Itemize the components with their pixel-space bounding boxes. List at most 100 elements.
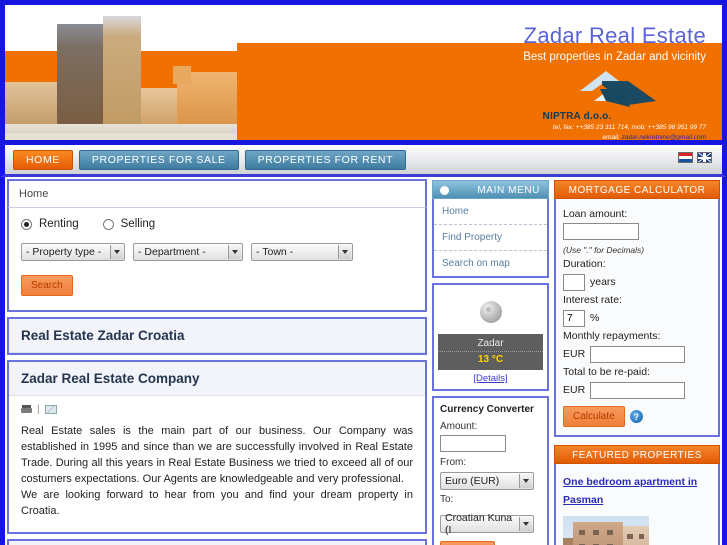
breadcrumb-container: Home [7,179,427,207]
article-tools: | [21,404,413,415]
breadcrumb: Home [19,188,49,200]
mortgage-calculator-title: MORTGAGE CALCULATOR [554,180,720,199]
monthly-currency-label: EUR [563,348,586,360]
interest-rate-input[interactable] [563,309,585,327]
chevron-down-icon [519,474,532,488]
main-column: Home Renting Selling - Property type - -… [5,177,429,545]
from-label: From: [440,457,467,468]
company-name: NIPTRA d.o.o. [542,111,612,122]
currency-converter-title: Currency Converter [440,404,534,415]
weather-city: Zadar [477,338,504,349]
nav-item-home[interactable]: HOME [13,149,73,170]
weather-icon-area [438,289,543,334]
tools-separator: | [37,404,40,415]
chevron-down-icon [338,245,351,259]
middle-sidebar: MAIN MENU Home Find Property Search on m… [429,177,551,545]
main-menu-title-label: MAIN MENU [477,185,540,196]
section-zadar-real-estate-company: Zadar Real Estate Company | Real Estate … [7,360,427,534]
right-sidebar: MORTGAGE CALCULATOR Loan amount: (Use ".… [551,177,722,545]
weather-details: [Details] [438,370,543,385]
bullet-icon [440,186,449,195]
radio-renting-label: Renting [39,218,79,230]
decimal-hint: (Use "." for Decimals) [563,245,645,255]
brand-title: Zadar Real Estate [523,23,706,48]
chevron-logo-icon [576,67,660,109]
to-label: To: [440,494,454,505]
search-mode-row: Renting Selling [21,218,413,230]
page-root: Zadar Real Estate Best properties in Zad… [0,0,727,545]
nav-item-properties-for-rent[interactable]: PROPERTIES FOR RENT [244,149,407,170]
menu-item-search-on-map[interactable]: Search on map [434,251,547,276]
article-paragraph: We are looking forward to hear from you … [21,488,413,517]
section-title: Real Estate Zadar Croatia [9,319,425,353]
page-body: Home Renting Selling - Property type - -… [0,177,727,545]
loan-amount-input[interactable] [563,223,639,240]
chevron-down-icon [519,517,532,531]
property-search-form: Renting Selling - Property type - - Depa… [7,207,427,312]
select-town[interactable]: - Town - [251,243,353,261]
article-paragraph: Real Estate sales is the main part of ou… [21,425,413,485]
total-currency-label: EUR [563,384,586,396]
convert-button[interactable]: Convert [440,541,496,545]
weather-widget: Zadar 13 °C [Details] [432,283,549,391]
flag-croatia-icon[interactable] [678,152,693,163]
select-town-value: - Town - [256,246,294,258]
select-currency-from-value: Euro (EUR) [445,475,500,487]
chevron-down-icon [110,245,123,259]
monthly-repayments-input[interactable] [590,345,686,363]
select-property-type[interactable]: - Property type - [21,243,125,261]
amount-input[interactable] [440,435,506,452]
site-header: Zadar Real Estate Best properties in Zad… [0,0,727,145]
select-department[interactable]: - Department - [133,243,243,261]
featured-property-image[interactable] [563,516,649,545]
total-repaid-label: Total to be re-paid: [563,366,650,378]
radio-renting[interactable] [21,218,32,230]
brand-tagline: Best properties in Zadar and vicinity [523,51,706,63]
mortgage-calculator-widget: MORTGAGE CALCULATOR Loan amount: (Use ".… [554,180,720,437]
main-menu-widget: MAIN MENU Home Find Property Search on m… [432,180,549,278]
radio-selling-label: Selling [120,218,156,230]
select-currency-from[interactable]: Euro (EUR) [440,472,534,490]
total-repaid-input[interactable] [590,381,686,399]
header-company-block: NIPTRA d.o.o. tel, fax: ++385 23 311 714… [386,111,706,141]
weather-readout: Zadar 13 °C [438,334,543,370]
email-icon[interactable] [44,405,57,414]
currency-converter-widget: Currency Converter Amount: From: Euro (E… [432,396,549,545]
main-menu-title: MAIN MENU [432,180,549,199]
featured-property-link[interactable]: One bedroom apartment in Pasman [563,476,697,506]
section-title: Zadar Real Estate [9,540,425,545]
company-phone: tel, fax: ++385 23 311 714, mob: ++385 9… [552,124,706,131]
select-currency-to[interactable]: Croatian Kuna (I [440,512,534,536]
select-property-type-value: - Property type - [26,246,102,258]
nav-item-properties-for-sale[interactable]: PROPERTIES FOR SALE [78,149,239,170]
monthly-repayments-label: Monthly repayments: [563,330,661,342]
flag-uk-icon[interactable] [697,152,712,163]
section-zadar-real-estate: Zadar Real Estate [7,538,427,545]
header-cityscape-photo [5,9,237,140]
company-email-link[interactable]: zadar.nekretnine@gmail.com [622,134,706,140]
chevron-down-icon [228,245,241,259]
calculate-button[interactable]: Calculate [563,406,625,427]
featured-properties-widget: FEATURED PROPERTIES One bedroom apartmen… [554,445,720,545]
duration-label: Duration: [563,258,606,270]
radio-selling[interactable] [102,218,114,230]
email-label: email: [602,133,620,141]
moon-icon [479,300,502,323]
language-switcher [678,152,712,163]
print-icon[interactable] [21,404,32,415]
weather-details-link[interactable]: [Details] [473,373,507,384]
duration-input[interactable] [563,273,585,291]
loan-amount-label: Loan amount: [563,208,628,220]
menu-item-home[interactable]: Home [434,199,547,225]
search-filters-row: - Property type - - Department - - Town … [21,243,413,261]
menu-item-find-property[interactable]: Find Property [434,225,547,251]
select-department-value: - Department - [138,246,206,258]
featured-properties-title: FEATURED PROPERTIES [554,445,720,464]
weather-temperature: 13 °C [438,351,543,365]
main-navbar: HOME PROPERTIES FOR SALE PROPERTIES FOR … [0,145,727,177]
help-icon[interactable]: ? [629,410,643,423]
amount-label: Amount: [440,421,478,432]
company-email-line: email: zadar.nekretnine@gmail.com [386,133,706,141]
search-button[interactable]: Search [21,275,73,296]
percent-unit-label: % [590,312,600,324]
